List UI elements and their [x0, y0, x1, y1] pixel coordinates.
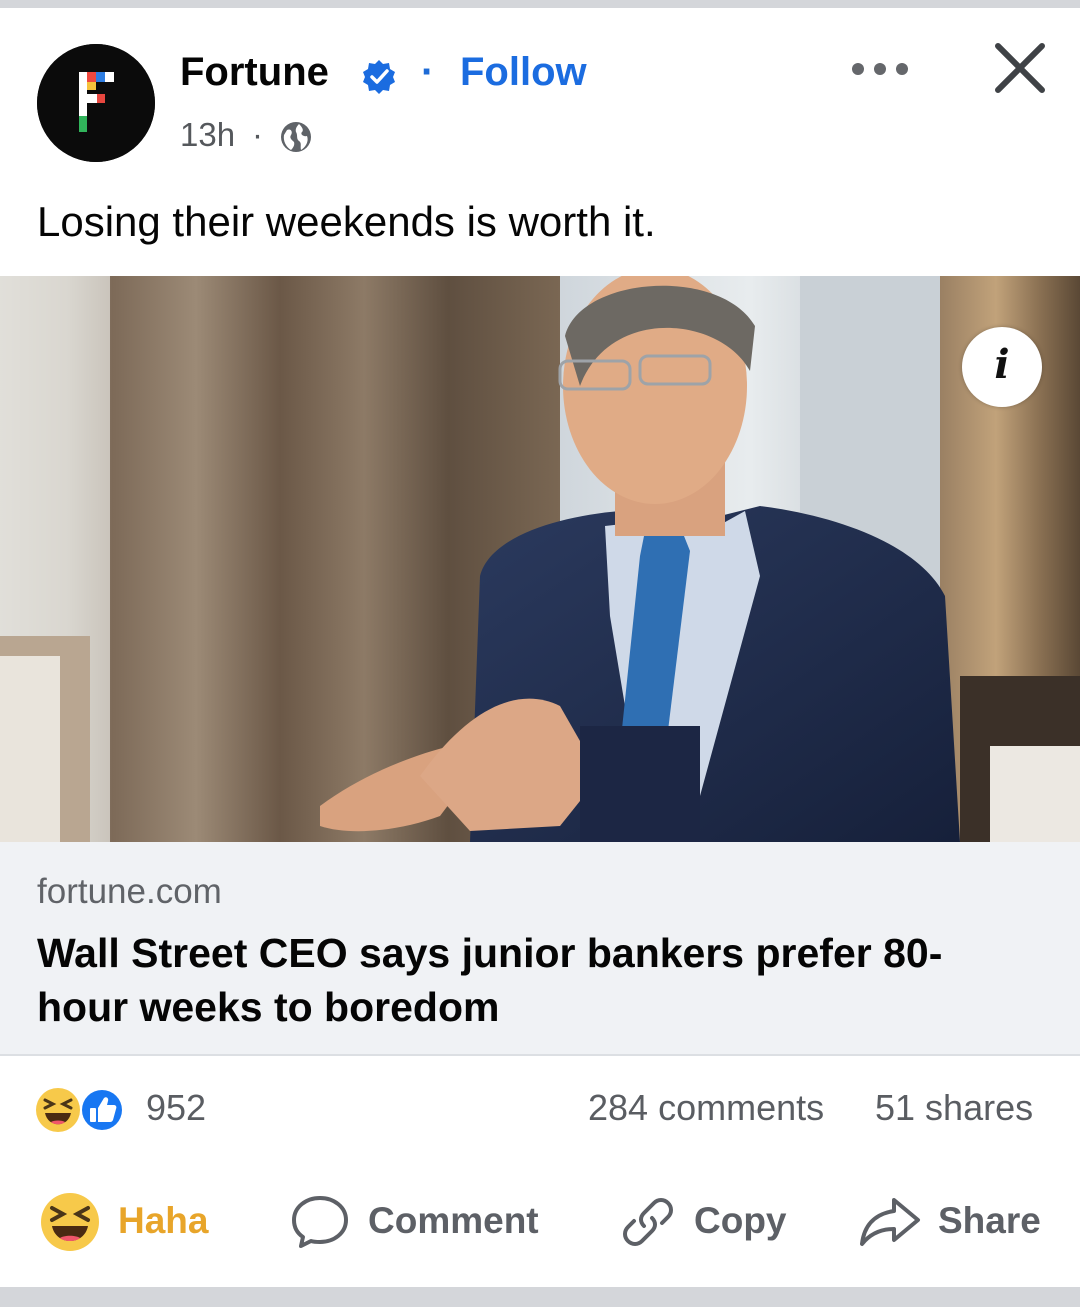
share-label: Share	[938, 1200, 1041, 1241]
meta-separator: ·	[252, 116, 263, 153]
haha-reaction-icon	[36, 1088, 80, 1132]
shares-count[interactable]: 51 shares	[875, 1087, 1033, 1129]
follow-button[interactable]: Follow	[460, 50, 587, 95]
bottom-divider	[0, 1287, 1080, 1307]
haha-button[interactable]: Haha	[38, 1190, 218, 1254]
haha-label: Haha	[118, 1200, 209, 1241]
like-reaction-icon	[80, 1088, 124, 1132]
share-button[interactable]: Share	[858, 1190, 1048, 1254]
copy-button[interactable]: Copy	[616, 1190, 796, 1254]
post-caption: Losing their weekends is worth it.	[37, 198, 656, 245]
link-domain: fortune.com	[37, 872, 222, 911]
reaction-count[interactable]: 952	[146, 1087, 206, 1129]
top-divider	[0, 0, 1080, 8]
header-separator: ·	[421, 50, 435, 94]
verified-badge-icon	[360, 58, 398, 96]
fortune-avatar-logo[interactable]	[37, 44, 155, 162]
close-icon[interactable]	[992, 40, 1048, 96]
haha-icon	[41, 1193, 99, 1251]
article-photo[interactable]	[0, 276, 1080, 842]
reaction-summary[interactable]	[34, 1086, 138, 1134]
comments-count[interactable]: 284 comments	[588, 1087, 824, 1129]
copy-label: Copy	[694, 1200, 787, 1241]
link-icon	[623, 1198, 673, 1246]
comment-icon	[292, 1196, 348, 1248]
page-name[interactable]: Fortune	[180, 50, 329, 95]
globe-icon	[278, 119, 314, 155]
more-options-icon[interactable]	[848, 56, 912, 82]
share-icon	[860, 1198, 920, 1246]
comment-label: Comment	[368, 1200, 539, 1241]
post-timestamp[interactable]: 13h	[180, 116, 235, 154]
link-headline[interactable]: Wall Street CEO says junior bankers pref…	[37, 926, 1017, 1034]
info-icon[interactable]: i	[962, 327, 1042, 407]
comment-button[interactable]: Comment	[288, 1190, 548, 1254]
